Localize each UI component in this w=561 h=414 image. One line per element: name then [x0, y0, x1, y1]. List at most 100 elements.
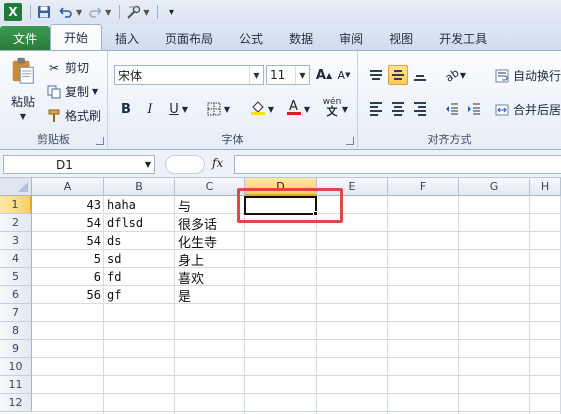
format-painter-button[interactable]: 格式刷	[46, 107, 101, 124]
cell-b4[interactable]: sd	[104, 250, 175, 268]
font-size-combo[interactable]: 11 ▼	[266, 65, 310, 85]
align-center-button[interactable]	[388, 99, 408, 119]
cell-a4[interactable]: 5	[32, 250, 104, 268]
formula-input[interactable]	[234, 155, 561, 174]
column-header-h[interactable]: H	[530, 178, 561, 196]
align-right-button[interactable]	[410, 99, 430, 119]
tools-icon[interactable]	[124, 3, 142, 21]
cell-b1[interactable]: haha	[104, 196, 175, 214]
align-top-button[interactable]	[366, 65, 386, 85]
tab-review[interactable]: 审阅	[326, 26, 376, 50]
tab-formulas[interactable]: 公式	[226, 26, 276, 50]
cell-c4[interactable]: 身上	[175, 250, 245, 269]
row-header-2[interactable]: 2	[0, 214, 32, 232]
column-header-f[interactable]: F	[388, 178, 459, 196]
tools-dropdown-icon[interactable]: ▼	[143, 8, 149, 17]
column-header-a[interactable]: A	[32, 178, 104, 196]
row-header-9[interactable]: 9	[0, 340, 32, 358]
grow-font-button[interactable]: A ▲	[314, 65, 334, 85]
fill-color-icon[interactable]	[248, 97, 268, 117]
font-dialog-launcher-icon[interactable]	[346, 137, 354, 145]
row-header-11[interactable]: 11	[0, 376, 32, 394]
chevron-down-icon[interactable]: ▼	[249, 66, 263, 84]
tab-page-layout[interactable]: 页面布局	[152, 26, 226, 50]
worksheet-grid[interactable]: ABCDEFGH 1 2 3 4 5 6 7 8 9 10 11 12 43 haha 与 54 dflsd 很…	[0, 178, 561, 414]
undo-dropdown-icon[interactable]: ▼	[76, 8, 82, 17]
border-icon[interactable]	[204, 99, 224, 119]
row-header-12[interactable]: 12	[0, 394, 32, 412]
italic-button[interactable]: I	[140, 99, 160, 119]
row-header-5[interactable]: 5	[0, 268, 32, 286]
row-header-1[interactable]: 1	[0, 196, 32, 214]
fill-color-dropdown-icon[interactable]: ▼	[266, 99, 276, 119]
copy-button[interactable]: 复制 ▼	[46, 83, 98, 100]
tab-developer[interactable]: 开发工具	[426, 26, 500, 50]
cell-b5[interactable]: fd	[104, 268, 175, 286]
merge-center-button[interactable]: 合并后居	[494, 101, 561, 118]
font-color-dropdown-icon[interactable]: ▼	[302, 99, 312, 119]
formula-expand-handle[interactable]	[165, 155, 205, 174]
column-header-g[interactable]: G	[459, 178, 530, 196]
cell-a6[interactable]: 56	[32, 286, 104, 304]
svg-text:A: A	[289, 99, 298, 114]
cell-b3[interactable]: ds	[104, 232, 175, 250]
cell-c3[interactable]: 化生寺	[175, 232, 245, 251]
tab-data[interactable]: 数据	[276, 26, 326, 50]
select-all-corner[interactable]	[0, 178, 32, 196]
row-header-8[interactable]: 8	[0, 322, 32, 340]
increase-indent-button[interactable]	[464, 99, 484, 119]
phonetic-guide-icon[interactable]: wén 文	[322, 97, 342, 118]
tab-home[interactable]: 开始	[50, 24, 103, 50]
wrap-text-button[interactable]: 自动换行	[494, 67, 561, 84]
cell-b6[interactable]: gf	[104, 286, 175, 304]
phonetic-dropdown-icon[interactable]: ▼	[340, 99, 350, 119]
redo-icon[interactable]	[86, 3, 104, 21]
row-header-7[interactable]: 7	[0, 304, 32, 322]
align-bottom-button[interactable]	[410, 65, 430, 85]
tab-view[interactable]: 视图	[376, 26, 426, 50]
cell-c6[interactable]: 是	[175, 286, 245, 305]
copy-dropdown-icon[interactable]: ▼	[92, 87, 98, 96]
row-header-6[interactable]: 6	[0, 286, 32, 304]
column-header-b[interactable]: B	[104, 178, 175, 196]
decrease-indent-button[interactable]	[442, 99, 462, 119]
cut-button[interactable]: ✂ 剪切	[46, 59, 89, 76]
cell-c5[interactable]: 喜欢	[175, 268, 245, 287]
row-header-10[interactable]: 10	[0, 358, 32, 376]
tab-file[interactable]: 文件	[0, 26, 50, 50]
align-left-button[interactable]	[366, 99, 386, 119]
border-dropdown-icon[interactable]: ▼	[222, 99, 232, 119]
column-header-c[interactable]: C	[175, 178, 245, 196]
gridline	[458, 196, 459, 414]
font-name-combo[interactable]: 宋体 ▼	[114, 65, 264, 85]
divider	[30, 5, 31, 19]
font-color-icon[interactable]: A	[284, 97, 304, 117]
cell-a1[interactable]: 43	[32, 196, 104, 214]
cell-c1[interactable]: 与	[175, 196, 245, 215]
cell-c2[interactable]: 很多话	[175, 214, 245, 233]
underline-dropdown-icon[interactable]: ▼	[180, 99, 190, 119]
name-box[interactable]: D1 ▼	[3, 155, 155, 174]
undo-icon[interactable]	[57, 3, 75, 21]
shrink-font-button[interactable]: A ▼	[334, 65, 354, 85]
cell-a5[interactable]: 6	[32, 268, 104, 286]
cell-a2[interactable]: 54	[32, 214, 104, 232]
save-icon[interactable]	[35, 3, 53, 21]
redo-dropdown-icon[interactable]: ▼	[105, 8, 111, 17]
align-middle-button[interactable]	[388, 65, 408, 85]
row-header-3[interactable]: 3	[0, 232, 32, 250]
orientation-dropdown-icon[interactable]: ▼	[458, 65, 468, 85]
chevron-down-icon[interactable]: ▼	[295, 66, 309, 84]
chevron-down-icon[interactable]: ▼	[145, 160, 151, 169]
insert-function-icon[interactable]: fx	[212, 156, 223, 170]
cell-b2[interactable]: dflsd	[104, 214, 175, 232]
customize-qat-icon[interactable]: ▾	[162, 3, 180, 21]
paste-dropdown-icon[interactable]: ▼	[20, 112, 26, 121]
tab-insert[interactable]: 插入	[102, 26, 152, 50]
paste-button[interactable]: 粘贴 ▼	[6, 57, 40, 121]
row-header-4[interactable]: 4	[0, 250, 32, 268]
bold-button[interactable]: B	[116, 99, 136, 119]
clipboard-dialog-launcher-icon[interactable]	[96, 137, 104, 145]
divider	[119, 5, 121, 19]
cell-a3[interactable]: 54	[32, 232, 104, 250]
